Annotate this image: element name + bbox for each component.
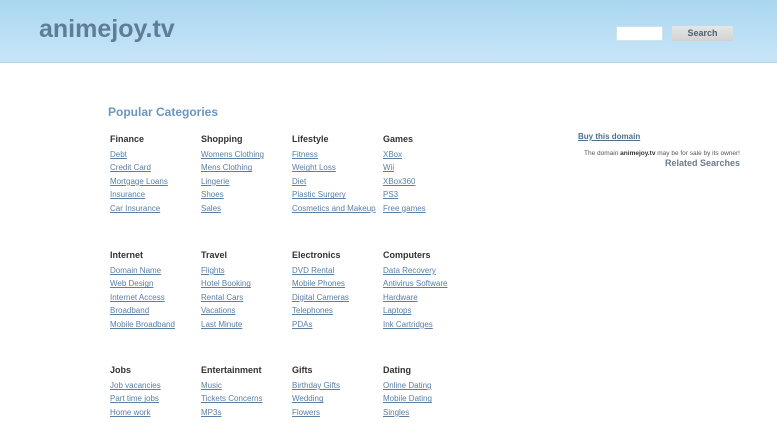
category-title: Entertainment (201, 365, 262, 375)
category-link[interactable]: Birthday Gifts (292, 379, 382, 392)
category-title: Shopping (201, 134, 243, 144)
category-entertainment: Entertainment Music Tickets Concerns MP3s (201, 363, 291, 419)
category-link[interactable]: Sales (201, 202, 291, 215)
category-link[interactable]: Mens Clothing (201, 161, 291, 174)
category-link[interactable]: Online Dating (383, 379, 473, 392)
related-searches-heading: Related Searches (664, 158, 740, 168)
category-link[interactable]: Antivirus Software (383, 277, 473, 290)
category-link[interactable]: Part time jobs (110, 392, 200, 405)
category-link[interactable]: Music (201, 379, 291, 392)
category-link[interactable]: Car Insurance (110, 202, 200, 215)
category-link[interactable]: Fitness (292, 148, 382, 161)
category-dating: Dating Online Dating Mobile Dating Singles (383, 363, 473, 419)
category-link[interactable]: Telephones (292, 304, 382, 317)
category-link[interactable]: Singles (383, 406, 473, 419)
site-logo[interactable]: animejoy.tv (39, 15, 175, 44)
category-link[interactable]: Cosmetics and Makeup (292, 202, 382, 215)
category-link[interactable]: Wedding (292, 392, 382, 405)
category-link[interactable]: Tickets Concerns (201, 392, 291, 405)
category-title: Computers (383, 250, 431, 260)
category-link[interactable]: Credit Card (110, 161, 200, 174)
category-link[interactable]: Home work (110, 406, 200, 419)
category-link[interactable]: Flights (201, 264, 291, 277)
category-internet: Internet Domain Name Web Design Internet Ac… (110, 248, 200, 331)
sale-prefix: The domain (584, 150, 621, 157)
category-link[interactable]: Broadband (110, 304, 200, 317)
category-link[interactable]: Shoes (201, 188, 291, 201)
category-link[interactable]: Domain Name (110, 264, 200, 277)
header-bar: animejoy.tv Search (0, 0, 777, 63)
category-link[interactable]: Lingerie (201, 175, 291, 188)
search-input[interactable] (616, 26, 663, 41)
category-link[interactable]: Digital Cameras (292, 291, 382, 304)
category-link[interactable]: Rental Cars (201, 291, 291, 304)
category-link[interactable]: Weight Loss (292, 161, 382, 174)
category-lifestyle: Lifestyle Fitness Weight Loss Diet Plastic S… (292, 132, 382, 215)
category-link[interactable]: Mobile Broadband (110, 318, 200, 331)
category-link[interactable]: Insurance (110, 188, 200, 201)
category-link[interactable]: Flowers (292, 406, 382, 419)
category-electronics: Electronics DVD Rental Mobile Phones Digita… (292, 248, 382, 331)
category-link[interactable]: Free games (383, 202, 473, 215)
category-link[interactable]: MP3s (201, 406, 291, 419)
category-link[interactable]: Internet Access (110, 291, 200, 304)
category-link[interactable]: Diet (292, 175, 382, 188)
popular-categories-title: Popular Categories (108, 105, 219, 119)
search-button[interactable]: Search (672, 26, 733, 41)
category-jobs: Jobs Job vacancies Part time jobs Home work (110, 363, 200, 419)
category-link[interactable]: Web Design (110, 277, 200, 290)
category-link[interactable]: Hotel Booking (201, 277, 291, 290)
category-shopping: Shopping Womens Clothing Mens Clothing Ling… (201, 132, 291, 215)
category-title: Internet (110, 250, 144, 260)
category-link[interactable]: XBox360 (383, 175, 473, 188)
category-computers: Computers Data Recovery Antivirus Software… (383, 248, 473, 331)
category-link[interactable]: Vacations (201, 304, 291, 317)
category-link[interactable]: Ink Cartridges (383, 318, 473, 331)
category-link[interactable]: Mortgage Loans (110, 175, 200, 188)
category-title: Gifts (292, 365, 313, 375)
category-link[interactable]: DVD Rental (292, 264, 382, 277)
category-link[interactable]: Mobile Phones (292, 277, 382, 290)
category-title: Lifestyle (292, 134, 329, 144)
category-link[interactable]: Womens Clothing (201, 148, 291, 161)
category-link[interactable]: Debt (110, 148, 200, 161)
domain-sale-box: Buy this domain The domain animejoy.tv m… (578, 132, 740, 168)
category-link[interactable]: Last Minute (201, 318, 291, 331)
category-link[interactable]: Wii (383, 161, 473, 174)
category-link[interactable]: PDAs (292, 318, 382, 331)
category-finance: Finance Debt Credit Card Mortgage Loans Insu… (110, 132, 200, 215)
buy-domain-link[interactable]: Buy this domain (578, 132, 740, 141)
category-link[interactable]: Laptops (383, 304, 473, 317)
category-title: Dating (383, 365, 411, 375)
category-link[interactable]: Job vacancies (110, 379, 200, 392)
category-link[interactable]: PS3 (383, 188, 473, 201)
category-title: Games (383, 134, 414, 144)
category-title: Finance (110, 134, 145, 144)
category-title: Travel (201, 250, 228, 260)
category-travel: Travel Flights Hotel Booking Rental Cars Vac… (201, 248, 291, 331)
category-link[interactable]: XBox (383, 148, 473, 161)
category-link[interactable]: Hardware (383, 291, 473, 304)
category-games: Games XBox Wii XBox360 PS3 Free games (383, 132, 473, 215)
category-gifts: Gifts Birthday Gifts Wedding Flowers (292, 363, 382, 419)
sale-notice: The domain animejoy.tv may be for sale b… (578, 150, 740, 157)
category-title: Electronics (292, 250, 341, 260)
sale-suffix: may be for sale by its owner! (655, 150, 740, 157)
category-link[interactable]: Mobile Dating (383, 392, 473, 405)
category-link[interactable]: Plastic Surgery (292, 188, 382, 201)
sale-domain: animejoy.tv (620, 150, 656, 157)
category-title: Jobs (110, 365, 132, 375)
category-link[interactable]: Data Recovery (383, 264, 473, 277)
